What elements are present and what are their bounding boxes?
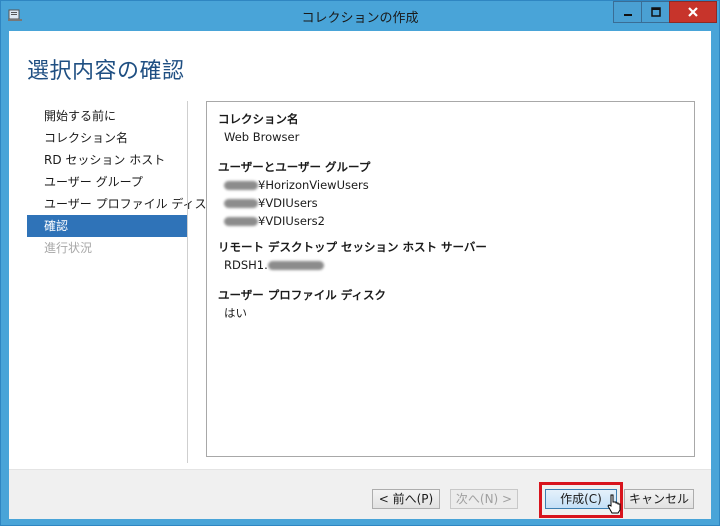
maximize-icon xyxy=(650,7,661,17)
redacted-domain xyxy=(224,199,258,208)
minimize-icon xyxy=(623,14,632,16)
cancel-button[interactable]: キャンセル xyxy=(624,489,694,509)
previous-button[interactable]: < 前へ(P) xyxy=(372,489,440,509)
nav-item-user-groups[interactable]: ユーザー グループ xyxy=(27,171,187,193)
summary-profile: ユーザー プロファイル ディスク はい xyxy=(218,286,386,322)
wizard-nav: 開始する前に コレクション名 RD セッション ホスト ユーザー グループ ユー… xyxy=(27,105,219,259)
nav-item-before-you-begin[interactable]: 開始する前に xyxy=(27,105,187,127)
page-title: 選択内容の確認 xyxy=(27,59,185,84)
wizard-footer: < 前へ(P) 次へ(N) > 作成(C) キャンセル xyxy=(9,470,711,519)
summary-group-item: ¥HorizonViewUsers xyxy=(218,176,370,194)
nav-item-collection-name[interactable]: コレクション名 xyxy=(27,127,187,149)
mouse-cursor-icon xyxy=(607,494,621,514)
minimize-button[interactable] xyxy=(613,1,642,23)
summary-panel: コレクション名 Web Browser ユーザーとユーザー グループ ¥Hori… xyxy=(206,101,695,457)
wizard-client-area: 選択内容の確認 開始する前に コレクション名 RD セッション ホスト ユーザー… xyxy=(9,31,711,519)
redacted-domain xyxy=(267,261,324,270)
title-bar[interactable]: コレクションの作成 xyxy=(1,1,719,31)
summary-collection-heading: コレクション名 xyxy=(218,112,299,126)
summary-group-name: ¥VDIUsers xyxy=(258,196,318,210)
summary-hosts: リモート デスクトップ セッション ホスト サーバー RDSH1. xyxy=(218,238,487,274)
redacted-domain xyxy=(224,217,258,226)
nav-item-user-profile-disks[interactable]: ユーザー プロファイル ディスク xyxy=(27,193,219,215)
close-icon xyxy=(688,7,698,17)
summary-group-name: ¥HorizonViewUsers xyxy=(258,178,369,192)
nav-divider xyxy=(187,101,188,463)
nav-item-progress: 進行状況 xyxy=(44,241,93,255)
maximize-button[interactable] xyxy=(641,1,670,23)
dialog-window: コレクションの作成 選択内容の確認 開始する前に コレクション名 RD セッショ… xyxy=(0,0,720,526)
summary-group-item: ¥VDIUsers xyxy=(218,194,370,212)
summary-host-item: RDSH1. xyxy=(218,256,487,274)
close-button[interactable] xyxy=(669,1,717,23)
redacted-domain xyxy=(224,181,258,190)
nav-item-confirmation[interactable]: 確認 xyxy=(27,215,187,237)
summary-host-name: RDSH1. xyxy=(224,258,268,272)
summary-profile-heading: ユーザー プロファイル ディスク xyxy=(218,288,386,302)
next-button: 次へ(N) > xyxy=(450,489,518,509)
summary-group-item: ¥VDIUsers2 xyxy=(218,212,370,230)
summary-collection-value: Web Browser xyxy=(224,130,300,144)
summary-groups: ユーザーとユーザー グループ ¥HorizonViewUsers ¥VDIUse… xyxy=(218,158,370,230)
summary-collection: コレクション名 Web Browser xyxy=(218,110,299,146)
summary-group-name: ¥VDIUsers2 xyxy=(258,214,325,228)
summary-hosts-heading: リモート デスクトップ セッション ホスト サーバー xyxy=(218,240,487,254)
window-title: コレクションの作成 xyxy=(301,11,419,26)
summary-groups-heading: ユーザーとユーザー グループ xyxy=(218,160,371,174)
summary-profile-value: はい xyxy=(224,306,247,320)
nav-item-rd-session-host[interactable]: RD セッション ホスト xyxy=(27,149,187,171)
